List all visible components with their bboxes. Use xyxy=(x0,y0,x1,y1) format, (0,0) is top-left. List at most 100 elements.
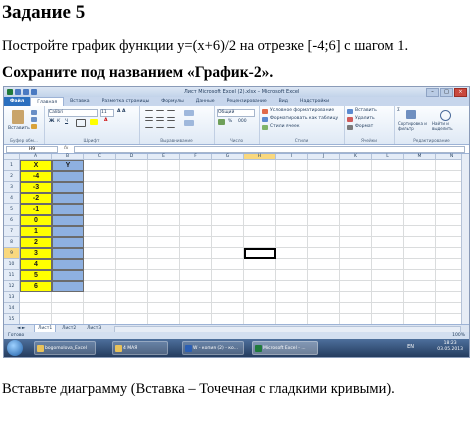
column-header[interactable]: D xyxy=(116,154,148,160)
sheet-nav-icon[interactable]: ◄ ► xyxy=(14,325,28,332)
wrap-text-icon[interactable] xyxy=(184,110,194,116)
fx-icon[interactable]: fx xyxy=(64,146,68,151)
row-header[interactable]: 10 xyxy=(4,259,20,270)
column-header[interactable]: J xyxy=(308,154,340,160)
row-header[interactable]: 6 xyxy=(4,215,20,226)
tab-data[interactable]: Данные xyxy=(190,97,221,106)
column-header[interactable]: H xyxy=(244,154,276,160)
format-table-icon[interactable] xyxy=(262,117,268,122)
copy-icon[interactable] xyxy=(31,117,37,122)
paste-label[interactable]: Вставить xyxy=(8,126,30,131)
column-header[interactable]: G xyxy=(212,154,244,160)
align-center-icon[interactable] xyxy=(156,120,164,128)
align-middle-icon[interactable] xyxy=(156,110,164,118)
row-header[interactable]: 14 xyxy=(4,303,20,314)
number-format-select[interactable]: Общий xyxy=(217,109,255,117)
row-header[interactable]: 7 xyxy=(4,226,20,237)
autosum-icon[interactable]: Σ xyxy=(397,108,400,113)
tab-page-layout[interactable]: Разметка страницы xyxy=(96,97,156,106)
cell-x-value[interactable]: -3 xyxy=(20,182,52,193)
column-header[interactable]: K xyxy=(340,154,372,160)
fill-color-icon[interactable] xyxy=(90,119,98,125)
sheet-tab-2[interactable]: Лист2 xyxy=(59,325,79,332)
row-header[interactable]: 9 xyxy=(4,248,20,259)
redo-icon[interactable] xyxy=(31,89,37,95)
cell-y-value[interactable] xyxy=(52,215,84,226)
taskbar-item-excel[interactable]: Microsoft Excel - ... xyxy=(252,341,318,355)
cell-x-value[interactable]: -1 xyxy=(20,204,52,215)
cell-y-value[interactable] xyxy=(52,182,84,193)
conditional-format-icon[interactable] xyxy=(262,109,268,114)
cut-icon[interactable] xyxy=(31,110,37,115)
align-bottom-icon[interactable] xyxy=(167,110,175,118)
cell-x-value[interactable]: 2 xyxy=(20,237,52,248)
tab-addins[interactable]: Надстройки xyxy=(294,97,335,106)
tab-insert[interactable]: Вставка xyxy=(64,97,95,106)
start-button[interactable] xyxy=(7,340,23,356)
align-left-icon[interactable] xyxy=(145,120,153,128)
underline-icon[interactable]: Ч xyxy=(65,119,68,124)
format-as-table-button[interactable]: Форматировать как таблицу xyxy=(270,116,338,121)
currency-icon[interactable] xyxy=(218,119,225,125)
cell-y-value[interactable] xyxy=(52,226,84,237)
taskbar-item-folder-1[interactable]: bogomolova_Excel xyxy=(34,341,96,355)
cell-x-value[interactable]: 6 xyxy=(20,281,52,292)
italic-icon[interactable]: К xyxy=(57,119,60,124)
format-cells-icon[interactable] xyxy=(347,125,353,130)
row-header[interactable]: 2 xyxy=(4,171,20,182)
cell-x-value[interactable]: -4 xyxy=(20,171,52,182)
cell-y-value[interactable] xyxy=(52,270,84,281)
delete-cells-icon[interactable] xyxy=(347,117,353,122)
column-header[interactable]: L xyxy=(372,154,404,160)
undo-icon[interactable] xyxy=(23,89,29,95)
sort-filter-icon[interactable] xyxy=(406,110,416,119)
row-header[interactable]: 1 xyxy=(4,160,20,171)
save-icon[interactable] xyxy=(15,89,21,95)
selected-cell[interactable] xyxy=(244,248,276,259)
cell-header-x[interactable]: X xyxy=(20,160,52,171)
system-clock[interactable]: 18:23 03.05.2013 xyxy=(437,341,463,353)
row-header[interactable]: 4 xyxy=(4,193,20,204)
cell-header-y[interactable]: Y xyxy=(52,160,84,171)
taskbar-item-folder-2[interactable]: 4 МАЯ xyxy=(112,341,168,355)
grow-font-icon[interactable]: A A xyxy=(117,109,126,114)
font-size-select[interactable]: 11 xyxy=(100,109,114,117)
row-header[interactable]: 5 xyxy=(4,204,20,215)
formula-input[interactable] xyxy=(74,146,465,153)
column-header[interactable]: F xyxy=(180,154,212,160)
borders-icon[interactable] xyxy=(76,119,86,127)
close-button[interactable]: × xyxy=(454,88,467,97)
column-header[interactable]: E xyxy=(148,154,180,160)
row-header[interactable]: 11 xyxy=(4,270,20,281)
format-painter-icon[interactable] xyxy=(31,124,37,129)
tab-file[interactable]: Файл xyxy=(4,97,31,106)
font-name-select[interactable]: Calibri xyxy=(48,109,98,117)
percent-icon[interactable]: % xyxy=(228,119,232,124)
insert-cells-icon[interactable] xyxy=(347,109,353,114)
zoom-level[interactable]: 100% xyxy=(452,332,465,339)
maximize-button[interactable]: □ xyxy=(440,88,453,97)
insert-cells-button[interactable]: Вставить xyxy=(355,108,377,113)
tab-home[interactable]: Главная xyxy=(30,97,65,106)
cell-y-value[interactable] xyxy=(52,171,84,182)
tab-review[interactable]: Рецензирование xyxy=(221,97,273,106)
cell-styles-button[interactable]: Стили ячеек xyxy=(270,124,300,129)
merge-cells-icon[interactable] xyxy=(184,120,194,126)
row-header[interactable]: 8 xyxy=(4,237,20,248)
column-header[interactable]: C xyxy=(84,154,116,160)
format-cells-button[interactable]: Формат xyxy=(355,124,373,129)
cell-x-value[interactable]: 4 xyxy=(20,259,52,270)
worksheet-grid[interactable]: A B C D E F G H I J K L M N 1 2 3 4 5 6 7 8 9 10 11 12 13 14 15 X Y -4-… xyxy=(4,154,469,325)
cell-x-value[interactable]: 5 xyxy=(20,270,52,281)
cell-y-value[interactable] xyxy=(52,193,84,204)
paste-icon[interactable] xyxy=(12,110,24,124)
cell-y-value[interactable] xyxy=(52,204,84,215)
row-header[interactable]: 3 xyxy=(4,182,20,193)
cell-x-value[interactable]: -2 xyxy=(20,193,52,204)
cell-x-value[interactable]: 3 xyxy=(20,248,52,259)
bold-icon[interactable]: Ж xyxy=(49,119,55,124)
align-top-icon[interactable] xyxy=(145,110,153,118)
cell-x-value[interactable]: 0 xyxy=(20,215,52,226)
delete-cells-button[interactable]: Удалить xyxy=(355,116,375,121)
row-header[interactable]: 13 xyxy=(4,292,20,303)
